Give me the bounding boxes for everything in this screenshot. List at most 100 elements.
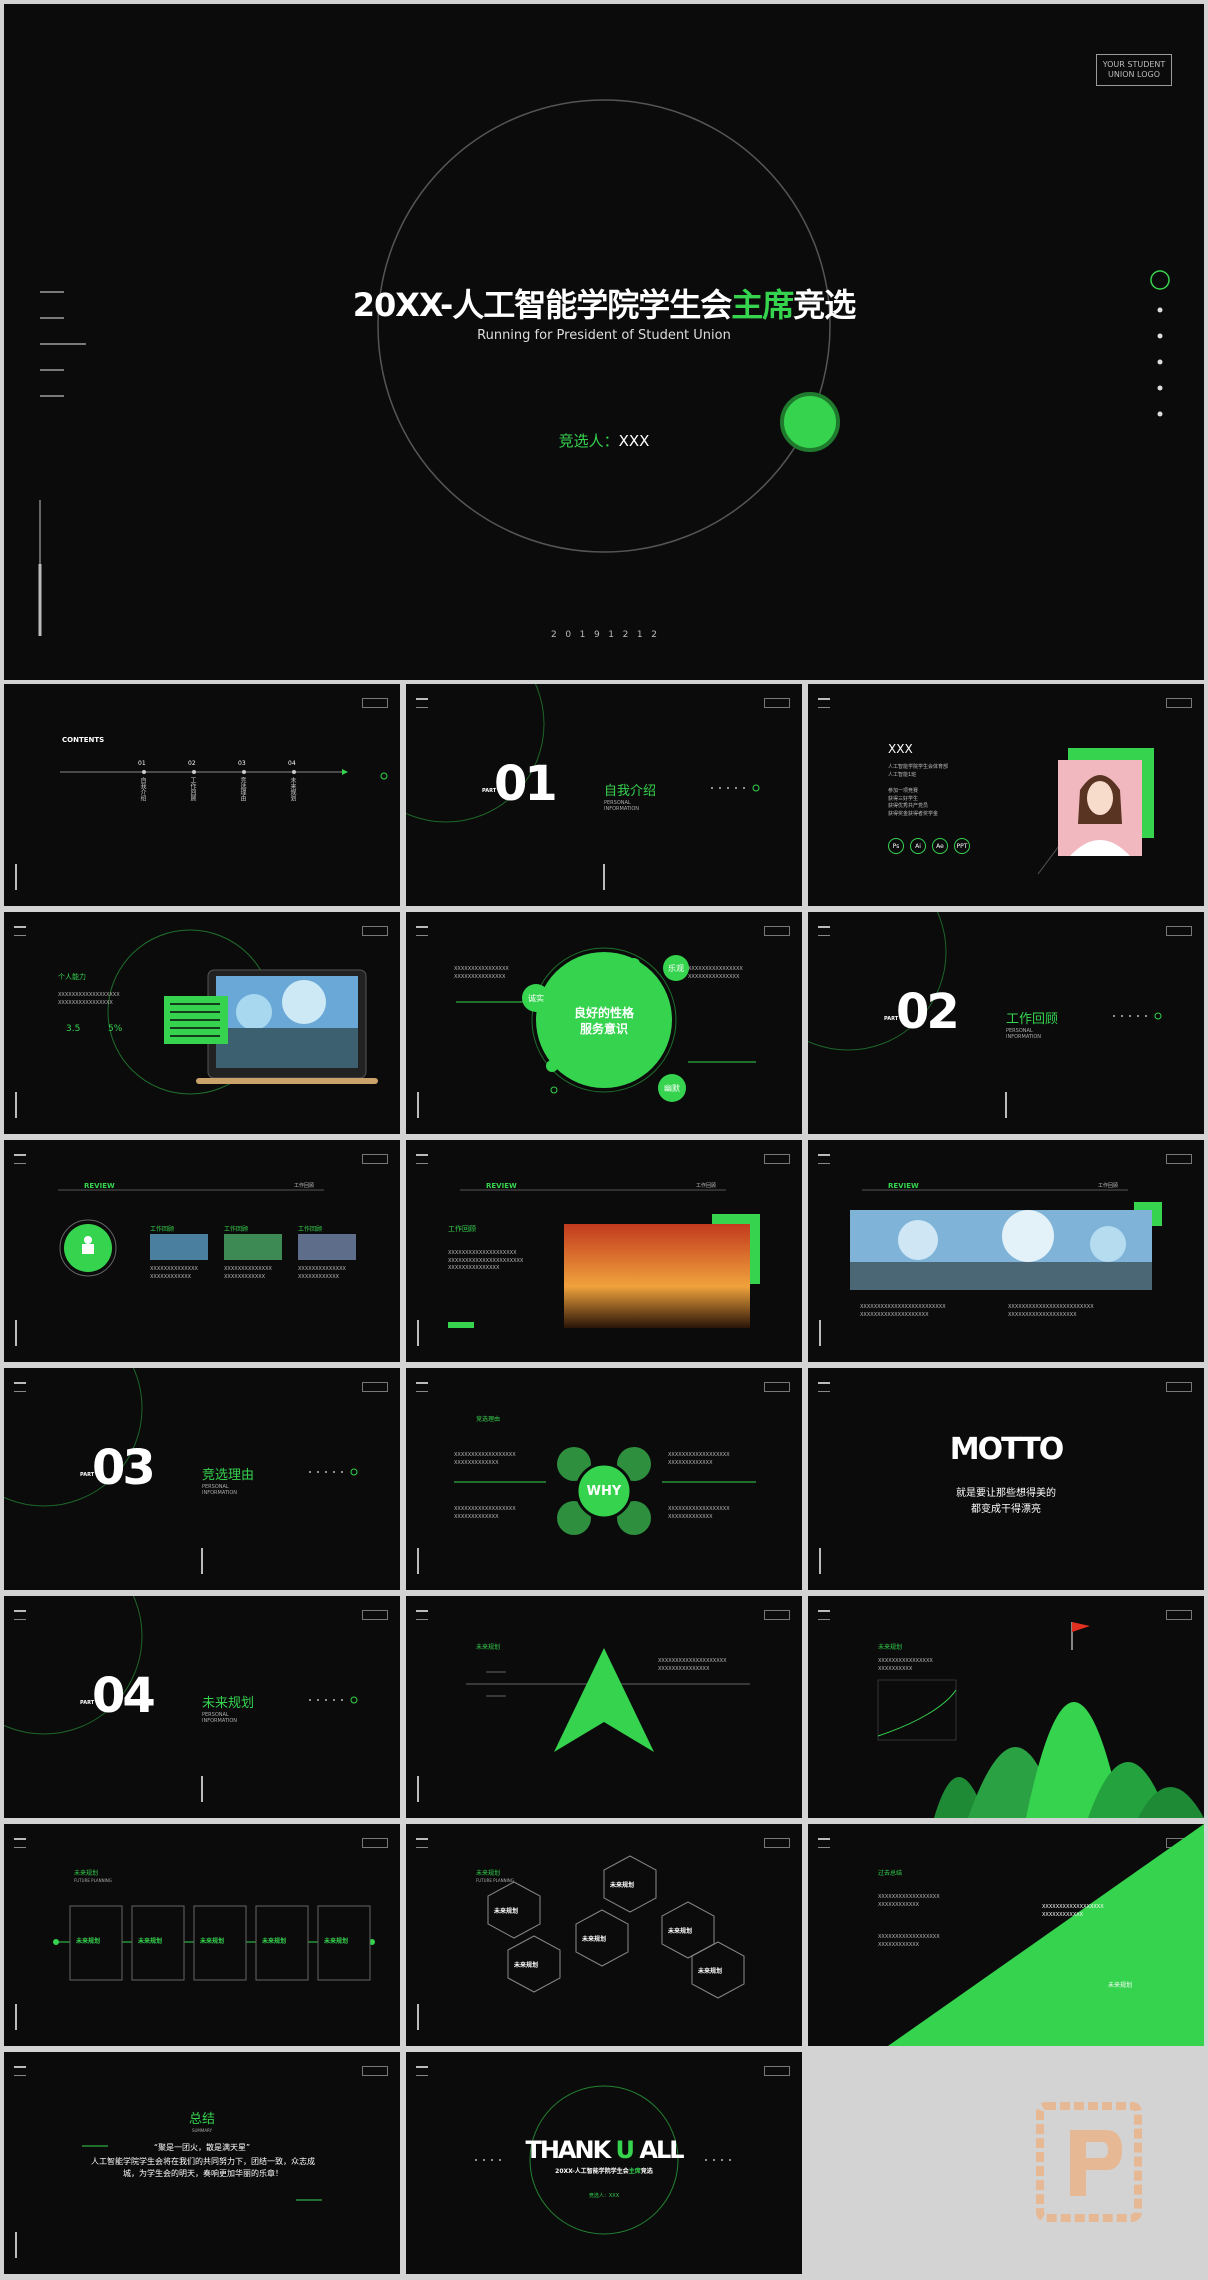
review-tag: REVIEW [84, 1182, 115, 1190]
contents-item: 04 未来规划 [288, 760, 297, 801]
past-summary-sign: 未来规划 [1108, 1982, 1133, 1989]
review-concert-slide: REVIEW 工作回顾 工作回顾 XXXXXXXXXXXXXXXXXXXX XX… [406, 1140, 802, 1362]
plan-box-label: 未来规划 [200, 1938, 225, 1945]
personality-tag: 乐观 [668, 964, 684, 973]
cover-title-main: 20XX-人工智能学院学生会 [352, 286, 733, 324]
contents-item: 03 竞选理由 [238, 760, 247, 801]
thanks-pre: THANK [525, 2136, 616, 2164]
review-card-title: 工作回顾 [150, 1226, 175, 1233]
student-union-logo: YOUR STUDENT UNION LOGO [1096, 54, 1172, 86]
hex-label: 未来规划 [668, 1928, 693, 1935]
review-card-text: XXXXXXXXXXXXXX XXXXXXXXXXXX [298, 1266, 346, 1280]
why-text: XXXXXXXXXXXXXXXXXX XXXXXXXXXXXXX [668, 1452, 730, 1466]
section-subtitle: PERSONAL INFORMATION [202, 1484, 238, 1496]
plan-subtitle: FUTURE PLANNING [74, 1878, 112, 1883]
summary-quote: “聚是一团火，散是满天星” [153, 2143, 251, 2152]
hex-label: 未来规划 [514, 1962, 539, 1969]
candidate-line: 竞选人：XXX [504, 430, 704, 451]
hex-label: 未来规划 [610, 1882, 635, 1889]
personality-tag: 幽默 [664, 1084, 680, 1093]
review-card-text: XXXXXXXXXXXXXX XXXXXXXXXXXX [224, 1266, 272, 1280]
review-crowd-slide: REVIEW 工作回顾 XXXXXXXXXXXXXXXXXXXXXXXXX XX… [808, 1140, 1204, 1362]
why-text: XXXXXXXXXXXXXXXXXX XXXXXXXXXXXXX [454, 1506, 516, 1520]
contents-label: 未来规划 [289, 777, 296, 801]
why-text: XXXXXXXXXXXXXXXXXX XXXXXXXXXXXXX [668, 1506, 730, 1520]
past-summary-text: XXXXXXXXXXXXXXXXXX XXXXXXXXXXXX [878, 1934, 940, 1948]
why-slide: 竞选理由 WHY XXXXXXXXXXXXXXXXXX XXXXXXXXXXXX… [406, 1368, 802, 1590]
arrow-slide: 未来规划 XXXXXXXXXXXXXXXXXXXX XXXXXXXXXXXXXX… [406, 1596, 802, 1818]
ability-title: 个人能力 [58, 973, 86, 981]
review-right-label: 工作回顾 [294, 1183, 315, 1189]
section-number: 02 [896, 984, 960, 1040]
review-card-text: XXXXXXXXXXXXXX XXXXXXXXXXXX [150, 1266, 198, 1280]
contents-num: 01 [138, 760, 146, 767]
hexagon-slide: 未来规划 FUTURE PLANNING 未来规划 未来规划 未来规划 未来规划… [406, 1824, 802, 2046]
motto-slide: MOTTO 就是要让那些想得美的 都变成干得漂亮 [808, 1368, 1204, 1590]
summary-body: 人工智能学院学生会将在我们的共同努力下，团结一致，众志成城，为学生会的明天，奏响… [91, 2157, 315, 2178]
watermark-stamp [1034, 2100, 1144, 2224]
ability-slide: 个人能力 XXXXXXXXXXXXXXXXXX XXXXXXXXXXXXXXXX… [4, 912, 400, 1134]
personality-text: XXXXXXXXXXXXXXXX XXXXXXXXXXXXXXX [454, 966, 509, 980]
cover-title: 20XX-人工智能学院学生会主席竞选 [304, 280, 904, 326]
thanks-sub-highlight: 主席 [628, 2168, 641, 2175]
crowd-decoration [819, 1189, 1162, 1346]
contents-num: 03 [238, 760, 246, 767]
thanks-u: U [615, 2136, 635, 2164]
thanks-title: THANK U ALL [504, 2136, 704, 2164]
section-title: 竞选理由 [202, 1468, 255, 1483]
arrow-decoration [417, 1648, 750, 1802]
profile-decoration [1037, 748, 1154, 875]
ability-text: XXXXXXXXXXXXXXXXXX XXXXXXXXXXXXXXXX [58, 992, 120, 1006]
motto-line2: 都变成干得漂亮 [971, 1504, 1041, 1515]
plan-box-label: 未来规划 [138, 1938, 163, 1945]
personality-center: 良好的性格 服务意识 [573, 1006, 634, 1036]
year-digits: 2 0 1 9 1 2 1 2 [551, 630, 657, 640]
summary-title: 总结 [188, 2112, 215, 2127]
section-title: 未来规划 [202, 1696, 255, 1711]
section-subtitle: PERSONAL INFORMATION [202, 1712, 238, 1724]
thanks-slide: THANK U ALL 20XX-人工智能学院学生会主席竞选 竞选人：XXX [406, 2052, 802, 2274]
review-card-title: 工作回顾 [298, 1226, 323, 1233]
review-card-text: XXXXXXXXXXXXXXXXXXXX XXXXXXXXXXXXXXXXXXX… [448, 1250, 524, 1271]
profile-line2: 人工智能1班 [888, 772, 917, 778]
skill-badge: Ai [910, 838, 926, 854]
profile-bullet: 获得三好学生 [888, 795, 919, 802]
section-01-slide: PART 01 自我介绍 PERSONAL INFORMATION [406, 684, 802, 906]
arrow-title: 未来规划 [476, 1644, 501, 1651]
review-right-label: 工作回顾 [1098, 1183, 1119, 1189]
why-text: XXXXXXXXXXXXXXXXXX XXXXXXXXXXXXX [454, 1452, 516, 1466]
past-summary-text: XXXXXXXXXXXXXXXXXX XXXXXXXXXXXX [878, 1894, 940, 1908]
motto-line1: 就是要让那些想得美的 [956, 1488, 1056, 1499]
summary-subtitle: SUMMARY [191, 2128, 213, 2133]
past-summary-decoration [888, 1824, 1204, 2046]
mountain-decoration [877, 1622, 1204, 1818]
arrow-text: XXXXXXXXXXXXXXXXXXXX XXXXXXXXXXXXXXX [658, 1658, 727, 1672]
review-card-text: XXXXXXXXXXXXXXXXXXXXXXXXX XXXXXXXXXXXXXX… [1008, 1304, 1094, 1318]
section-title: 自我介绍 [604, 784, 657, 799]
section-04-slide: PART 04 未来规划 PERSONAL INFORMATION [4, 1596, 400, 1818]
thanks-candidate: 竞选人：XXX [588, 2193, 620, 2199]
section-title: 工作回顾 [1006, 1012, 1059, 1027]
hex-label: 未来规划 [494, 1908, 519, 1915]
thanks-sub-main: 20XX-人工智能学院学生会 [555, 2168, 629, 2175]
review-tag: REVIEW [486, 1182, 517, 1190]
why-center: WHY [586, 1484, 622, 1499]
mountain-text: XXXXXXXXXXXXXXXX XXXXXXXXXX [878, 1658, 933, 1672]
review-card-title: 工作回顾 [224, 1226, 249, 1233]
personality-text: XXXXXXXXXXXXXXXX XXXXXXXXXXXXXXX [688, 966, 743, 980]
section-03-slide: PART 03 竞选理由 PERSONAL INFORMATION [4, 1368, 400, 1590]
profile-bullet: 获得奖金获得者奖学金 [888, 810, 939, 817]
motto-decoration [819, 1548, 821, 1574]
contents-decoration [15, 769, 388, 890]
ability-value-2: 5% [108, 1024, 123, 1034]
review-tag: REVIEW [888, 1182, 919, 1190]
skill-badges: Ps Ai Ae PPT [888, 838, 970, 854]
plan-title: 未来规划 [74, 1870, 99, 1877]
contents-num: 02 [188, 760, 196, 767]
why-title: 竞选理由 [476, 1416, 501, 1423]
thanks-sub-end: 竞选 [640, 2168, 653, 2175]
personality-tag: 诚实 [528, 994, 544, 1003]
ability-decoration [15, 929, 378, 1118]
section-subtitle: PERSONAL INFORMATION [604, 800, 640, 812]
past-summary-text: XXXXXXXXXXXXXXXXXX XXXXXXXXXXXX [1042, 1904, 1104, 1918]
